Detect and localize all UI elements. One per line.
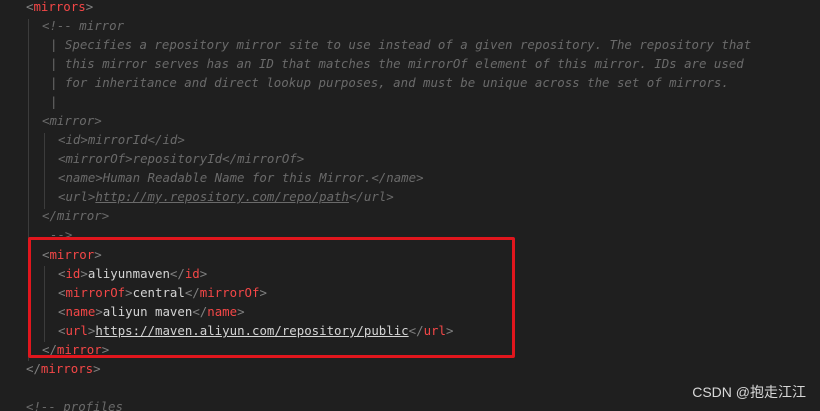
mirrors-open-tag: mirrors	[33, 0, 86, 14]
comment-desc-text: | Specifies a repository mirror site to …	[50, 37, 752, 52]
example-mirror-tag: mirror	[56, 208, 102, 223]
mirrors-close-tag: mirrors	[40, 361, 94, 376]
code-line-profiles-comment: <!-- profiles	[26, 397, 123, 411]
code-line-example-mirror-open: <mirror>	[42, 113, 102, 128]
code-line-comment-pipe: |	[50, 92, 57, 111]
code-line-mirrors-close: </mirrors>	[26, 361, 101, 376]
code-line-example-mirror-close: </mirror>	[42, 208, 110, 223]
example-url-tag: url	[363, 189, 387, 204]
example-name-value: Human Readable Name for this Mirror.	[102, 170, 372, 185]
comment-desc-text: | this mirror serves has an ID that matc…	[50, 56, 744, 71]
comment-open-text: <!-- mirror	[42, 18, 125, 33]
code-line-comment-desc-1: | Specifies a repository mirror site to …	[50, 35, 751, 54]
example-name-tag: name	[65, 170, 96, 185]
code-line-example-id: <id>mirrorId</id>	[58, 132, 185, 147]
code-line-example-name: <name>Human Readable Name for this Mirro…	[58, 170, 424, 185]
code-editor[interactable]: <mirrors> <!-- mirror | Specifies a repo…	[0, 0, 820, 411]
csdn-watermark: CSDN @抱走江江	[692, 384, 806, 400]
code-line-example-mirrorof: <mirrorOf>repositoryId</mirrorOf>	[58, 151, 305, 166]
example-mirrorof-tag: mirrorOf	[237, 151, 297, 166]
code-line-mirrors-open: <mirrors>	[26, 0, 94, 14]
example-id-value: mirrorId	[87, 132, 148, 147]
example-url-tag: url	[65, 189, 88, 204]
profiles-comment-text: <!-- profiles	[26, 399, 123, 411]
example-mirrorof-tag: mirrorOf	[65, 151, 126, 166]
code-line-comment-desc-2: | this mirror serves has an ID that matc…	[50, 54, 744, 73]
example-id-tag: id	[65, 132, 81, 147]
code-line-example-url: <url>http://my.repository.com/repo/path<…	[58, 189, 394, 204]
highlight-annotation-box	[28, 237, 515, 358]
comment-desc-text: | for inheritance and direct lookup purp…	[50, 75, 729, 90]
example-mirror-tag: mirror	[49, 113, 95, 128]
example-url-link[interactable]: http://my.repository.com/repo/path	[95, 189, 349, 204]
example-name-tag: name	[386, 170, 417, 185]
indent-guide	[44, 133, 45, 209]
code-line-comment-open: <!-- mirror	[42, 16, 124, 35]
example-id-tag: id	[162, 132, 178, 147]
code-line-comment-desc-3: | for inheritance and direct lookup purp…	[50, 73, 729, 92]
example-mirrorof-value: repositoryId	[132, 151, 223, 166]
comment-pipe-text: |	[50, 94, 58, 109]
